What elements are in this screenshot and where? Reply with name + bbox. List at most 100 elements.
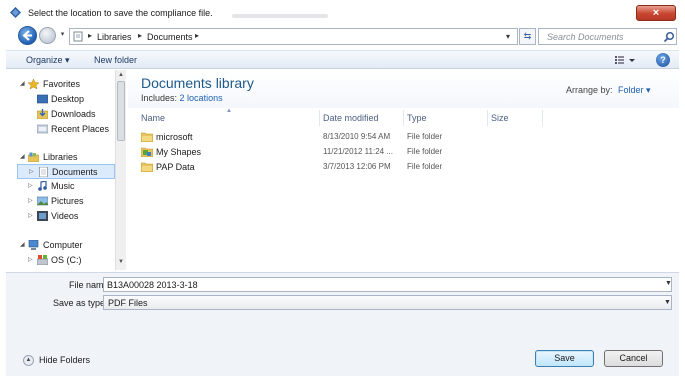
nav-item-documents[interactable]: ▷ Documents <box>17 164 115 179</box>
expand-arrow-icon[interactable]: ▷ <box>28 212 33 219</box>
crumb-separator[interactable]: ▸ <box>138 31 142 40</box>
nav-item-label: Favorites <box>43 79 81 89</box>
search-placeholder: Search Documents <box>547 32 624 42</box>
nav-item-music[interactable]: ▷ Music <box>17 179 115 194</box>
file-date: 8/13/2010 9:54 AM <box>323 132 391 141</box>
file-date: 3/7/2013 12:06 PM <box>323 162 391 171</box>
breadcrumb-libraries[interactable]: Libraries <box>97 32 132 42</box>
file-type: File folder <box>407 162 443 171</box>
nav-item-computer[interactable]: ◢ Computer <box>17 238 115 253</box>
file-name: microsoft <box>156 132 193 142</box>
file-date: 11/21/2012 11:24 ... <box>323 147 393 156</box>
new-folder-button[interactable]: New folder <box>94 55 137 65</box>
nav-item-label: Documents <box>52 167 98 177</box>
arrange-by-dropdown[interactable]: Folder ▾ <box>618 85 651 96</box>
computer-icon <box>28 240 39 250</box>
window-title: Select the location to save the complian… <box>28 8 213 18</box>
nav-item-videos[interactable]: ▷ Videos <box>17 209 115 224</box>
column-header-size[interactable]: Size <box>491 113 509 123</box>
column-divider[interactable] <box>542 110 543 126</box>
save-form: File name: ▼ Save as type: PDF Files ▼ ▲… <box>6 272 679 376</box>
scroll-down-arrow-icon[interactable]: ▼ <box>118 259 124 265</box>
column-headers: ▲ Name Date modified Type Size <box>128 108 679 126</box>
column-header-date[interactable]: Date modified <box>323 113 379 123</box>
scroll-up-arrow-icon[interactable]: ▲ <box>118 72 124 78</box>
file-name-field[interactable] <box>103 277 672 292</box>
hide-folders-toggle[interactable]: ▲ Hide Folders <box>23 354 93 368</box>
expand-arrow-icon[interactable]: ▷ <box>29 168 34 175</box>
collapse-arrow-icon[interactable]: ◢ <box>20 153 25 160</box>
desktop-icon <box>37 94 48 104</box>
address-row: ▾ ▸ Libraries ▸ Documents ▸ ▾ ⇆ Search D… <box>6 24 679 46</box>
collapse-arrow-icon[interactable]: ◢ <box>20 241 25 248</box>
address-bar[interactable]: ▸ Libraries ▸ Documents ▸ ▾ <box>69 28 518 45</box>
save-as-type-value: PDF Files <box>108 298 148 308</box>
hide-folders-label: Hide Folders <box>39 355 91 365</box>
nav-item-label: Music <box>51 181 75 191</box>
nav-item-desktop[interactable]: Desktop <box>17 92 115 107</box>
nav-item-label: Desktop <box>51 94 85 104</box>
collapse-up-icon: ▲ <box>23 355 34 366</box>
organize-button[interactable]: Organize ▾ <box>26 55 70 66</box>
save-as-type-select[interactable]: PDF Files ▼ <box>103 295 672 310</box>
crumb-separator[interactable]: ▸ <box>195 31 199 40</box>
recent-places-icon <box>37 124 48 134</box>
column-divider[interactable] <box>487 110 488 126</box>
nav-item-downloads[interactable]: Downloads <box>17 107 115 122</box>
nav-scroll-thumb[interactable] <box>117 81 125 141</box>
refresh-button[interactable]: ⇆ <box>519 28 536 45</box>
folder-icon <box>141 132 153 142</box>
downloads-icon <box>37 109 48 119</box>
file-row[interactable]: My Shapes 11/21/2012 11:24 ... File fold… <box>128 145 679 160</box>
collapse-arrow-icon[interactable]: ◢ <box>20 80 25 87</box>
nav-item-libraries[interactable]: ◢ Libraries <box>17 150 115 165</box>
file-name-dropdown-icon[interactable]: ▼ <box>665 280 672 287</box>
drive-icon <box>37 255 48 265</box>
command-toolbar: Organize ▾ New folder ? <box>6 50 679 69</box>
save-button[interactable]: Save <box>535 350 594 367</box>
includes-label: Includes: <box>141 93 178 103</box>
expand-arrow-icon[interactable]: ▷ <box>28 182 33 189</box>
locations-link[interactable]: 2 locations <box>180 93 223 103</box>
nav-scrollbar[interactable]: ▲ ▼ <box>115 70 126 270</box>
library-title: Documents library <box>141 75 254 91</box>
views-button[interactable] <box>614 54 636 66</box>
library-includes: Includes: 2 locations <box>141 93 223 103</box>
column-header-type[interactable]: Type <box>407 113 427 123</box>
nav-item-pictures[interactable]: ▷ Pictures <box>17 194 115 209</box>
back-button[interactable] <box>18 26 37 45</box>
cancel-button[interactable]: Cancel <box>604 350 663 367</box>
nav-item-os-drive[interactable]: ▷ OS (C:) <box>17 253 115 268</box>
expand-arrow-icon[interactable]: ▷ <box>28 197 33 204</box>
title-ghost-text <box>232 14 328 18</box>
address-dropdown-icon[interactable]: ▾ <box>506 32 510 41</box>
file-row[interactable]: PAP Data 3/7/2013 12:06 PM File folder <box>128 160 679 175</box>
search-input[interactable]: Search Documents <box>538 28 677 45</box>
expand-arrow-icon[interactable]: ▷ <box>28 256 33 263</box>
documents-icon <box>39 167 48 177</box>
crumb-separator[interactable]: ▸ <box>88 31 92 40</box>
address-folder-icon <box>73 31 83 42</box>
nav-item-favorites[interactable]: ◢ Favorites <box>17 77 115 92</box>
file-row[interactable]: microsoft 8/13/2010 9:54 AM File folder <box>128 130 679 145</box>
music-icon <box>38 181 47 191</box>
close-button[interactable]: × <box>636 5 676 21</box>
nav-item-recent-places[interactable]: Recent Places <box>17 122 115 137</box>
title-bar: Select the location to save the complian… <box>6 3 679 23</box>
folder-icon <box>141 162 153 172</box>
save-as-type-label: Save as type: <box>53 298 108 308</box>
help-button[interactable]: ? <box>656 53 670 67</box>
breadcrumb-documents[interactable]: Documents <box>147 32 193 42</box>
help-icon: ? <box>660 55 666 65</box>
libraries-icon <box>28 152 39 162</box>
nav-item-label: Recent Places <box>51 124 110 134</box>
nav-item-label: Libraries <box>43 152 78 162</box>
column-divider[interactable] <box>403 110 404 126</box>
history-dropdown-icon[interactable]: ▾ <box>58 30 67 40</box>
forward-button[interactable] <box>39 27 56 44</box>
column-divider[interactable] <box>319 110 320 126</box>
column-header-name[interactable]: Name <box>141 113 165 123</box>
save-dialog: Select the location to save the complian… <box>0 0 685 381</box>
navigation-pane: ◢ Favorites Desktop Downloads Recent Pla… <box>17 70 127 270</box>
file-name: My Shapes <box>156 147 202 157</box>
